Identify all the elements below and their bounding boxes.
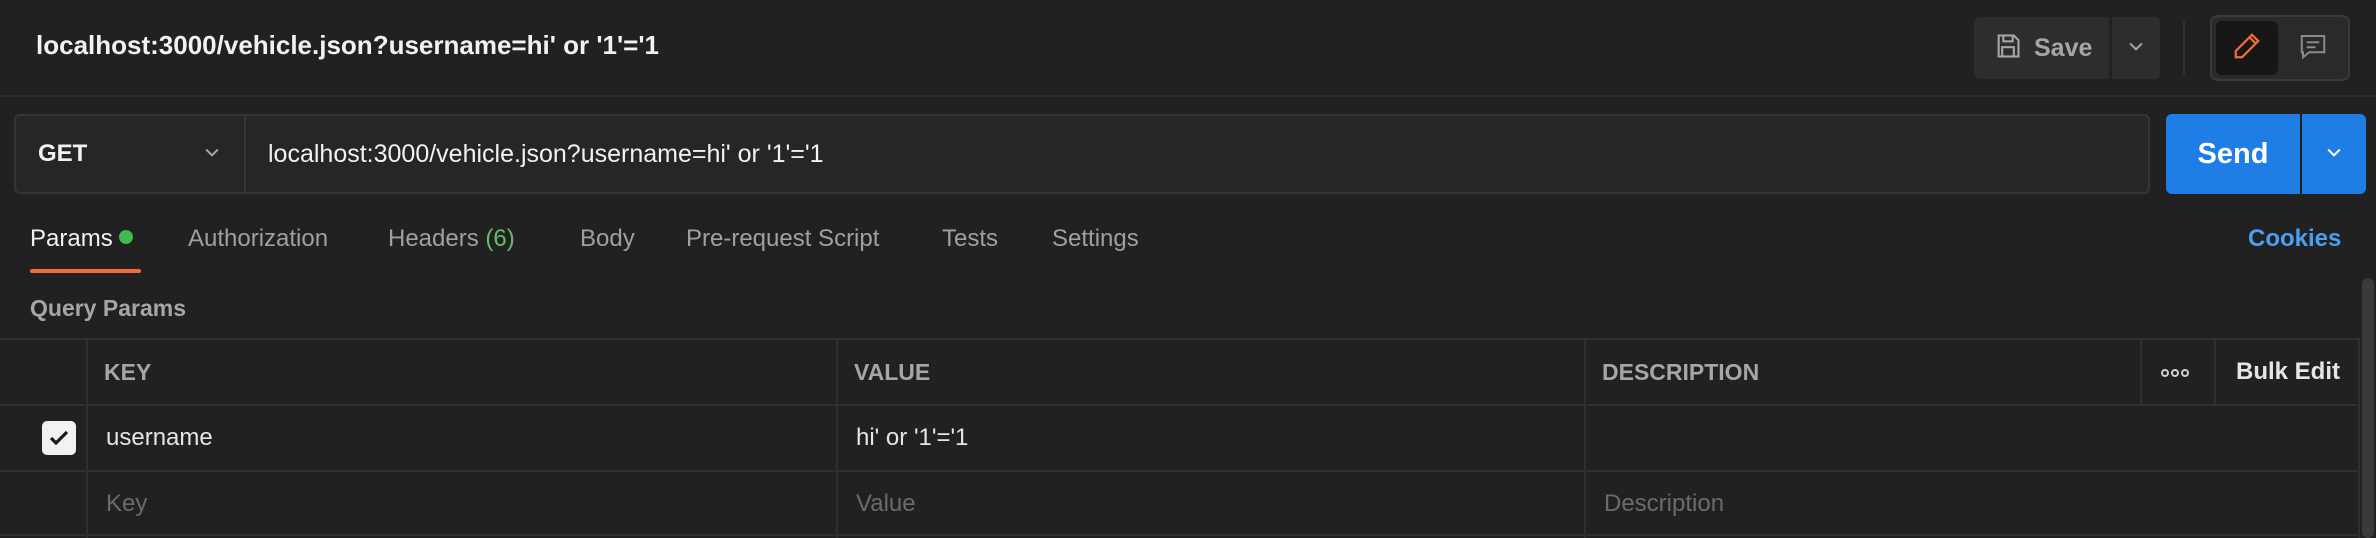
- request-url-bar: GET localhost:3000/vehicle.json?username…: [14, 114, 2150, 194]
- column-divider: [836, 338, 838, 538]
- url-input[interactable]: localhost:3000/vehicle.json?username=hi'…: [246, 116, 2148, 192]
- column-divider: [2214, 338, 2216, 404]
- column-divider: [1584, 338, 1586, 538]
- param-description[interactable]: [1588, 406, 1604, 470]
- tab-params-label: Params: [30, 225, 113, 252]
- chevron-down-icon: [202, 142, 222, 167]
- new-description-input[interactable]: Description: [1588, 472, 1724, 536]
- more-horizontal-icon: [2160, 358, 2190, 386]
- view-mode-toggle: [2210, 15, 2350, 81]
- headers-count: (6): [485, 225, 515, 252]
- table-header-row: KEY VALUE DESCRIPTION Bulk Edit: [0, 338, 2360, 404]
- chevron-down-icon: [2126, 36, 2146, 61]
- comments-mode-button[interactable]: [2282, 21, 2344, 75]
- new-value-input[interactable]: Value: [840, 472, 916, 536]
- new-param-row: Key Value Description: [0, 470, 2360, 536]
- tab-headers-label: Headers: [388, 225, 479, 252]
- column-divider: [2140, 338, 2142, 404]
- column-divider: [86, 338, 88, 538]
- header-divider: [2183, 20, 2185, 76]
- save-dropdown-button[interactable]: [2112, 17, 2160, 79]
- pencil-icon: [2232, 31, 2262, 66]
- save-disk-icon: [1994, 32, 2022, 65]
- tab-authorization[interactable]: Authorization: [188, 225, 328, 253]
- edit-mode-button[interactable]: [2216, 21, 2278, 75]
- check-icon: [42, 421, 76, 455]
- tab-pre-request-script[interactable]: Pre-request Script: [686, 225, 879, 253]
- column-header-key: KEY: [104, 358, 152, 385]
- comment-icon: [2298, 31, 2328, 66]
- column-options-button[interactable]: [2144, 340, 2190, 404]
- bulk-edit-button[interactable]: Bulk Edit: [2220, 340, 2340, 404]
- column-header-description: DESCRIPTION: [1602, 358, 1760, 385]
- cookies-link[interactable]: Cookies: [2248, 225, 2341, 253]
- new-key-input[interactable]: Key: [90, 472, 147, 536]
- tab-params[interactable]: Params: [30, 225, 133, 253]
- send-dropdown-button[interactable]: [2302, 114, 2366, 194]
- row-enable-checkbox[interactable]: [26, 406, 76, 470]
- save-button[interactable]: Save: [1974, 17, 2109, 79]
- vertical-scrollbar[interactable]: [2362, 278, 2374, 538]
- column-divider: [2358, 338, 2360, 538]
- query-params-heading: Query Params: [30, 295, 186, 321]
- send-button[interactable]: Send: [2166, 114, 2300, 194]
- column-header-value: VALUE: [854, 358, 931, 385]
- param-key[interactable]: username: [90, 406, 213, 470]
- request-tabs: Params Authorization Headers (6) Body Pr…: [0, 215, 2376, 275]
- query-params-table: KEY VALUE DESCRIPTION Bulk Edit username…: [0, 338, 2360, 538]
- active-tab-underline: [30, 269, 141, 273]
- method-select[interactable]: GET: [16, 116, 246, 192]
- tab-settings[interactable]: Settings: [1052, 225, 1139, 253]
- method-value: GET: [38, 140, 88, 167]
- tab-tests[interactable]: Tests: [942, 225, 998, 253]
- table-row: username hi' or '1'='1: [0, 404, 2360, 470]
- tab-body[interactable]: Body: [580, 225, 635, 253]
- save-label: Save: [2034, 33, 2093, 62]
- save-button-group: Save: [1974, 17, 2160, 79]
- params-active-dot: [118, 230, 133, 244]
- tab-headers[interactable]: Headers (6): [388, 225, 515, 253]
- request-header: localhost:3000/vehicle.json?username=hi'…: [0, 0, 2376, 97]
- send-button-group: Send: [2166, 114, 2366, 194]
- chevron-down-icon: [2324, 142, 2344, 167]
- param-value[interactable]: hi' or '1'='1: [840, 406, 968, 470]
- request-title[interactable]: localhost:3000/vehicle.json?username=hi'…: [36, 30, 659, 61]
